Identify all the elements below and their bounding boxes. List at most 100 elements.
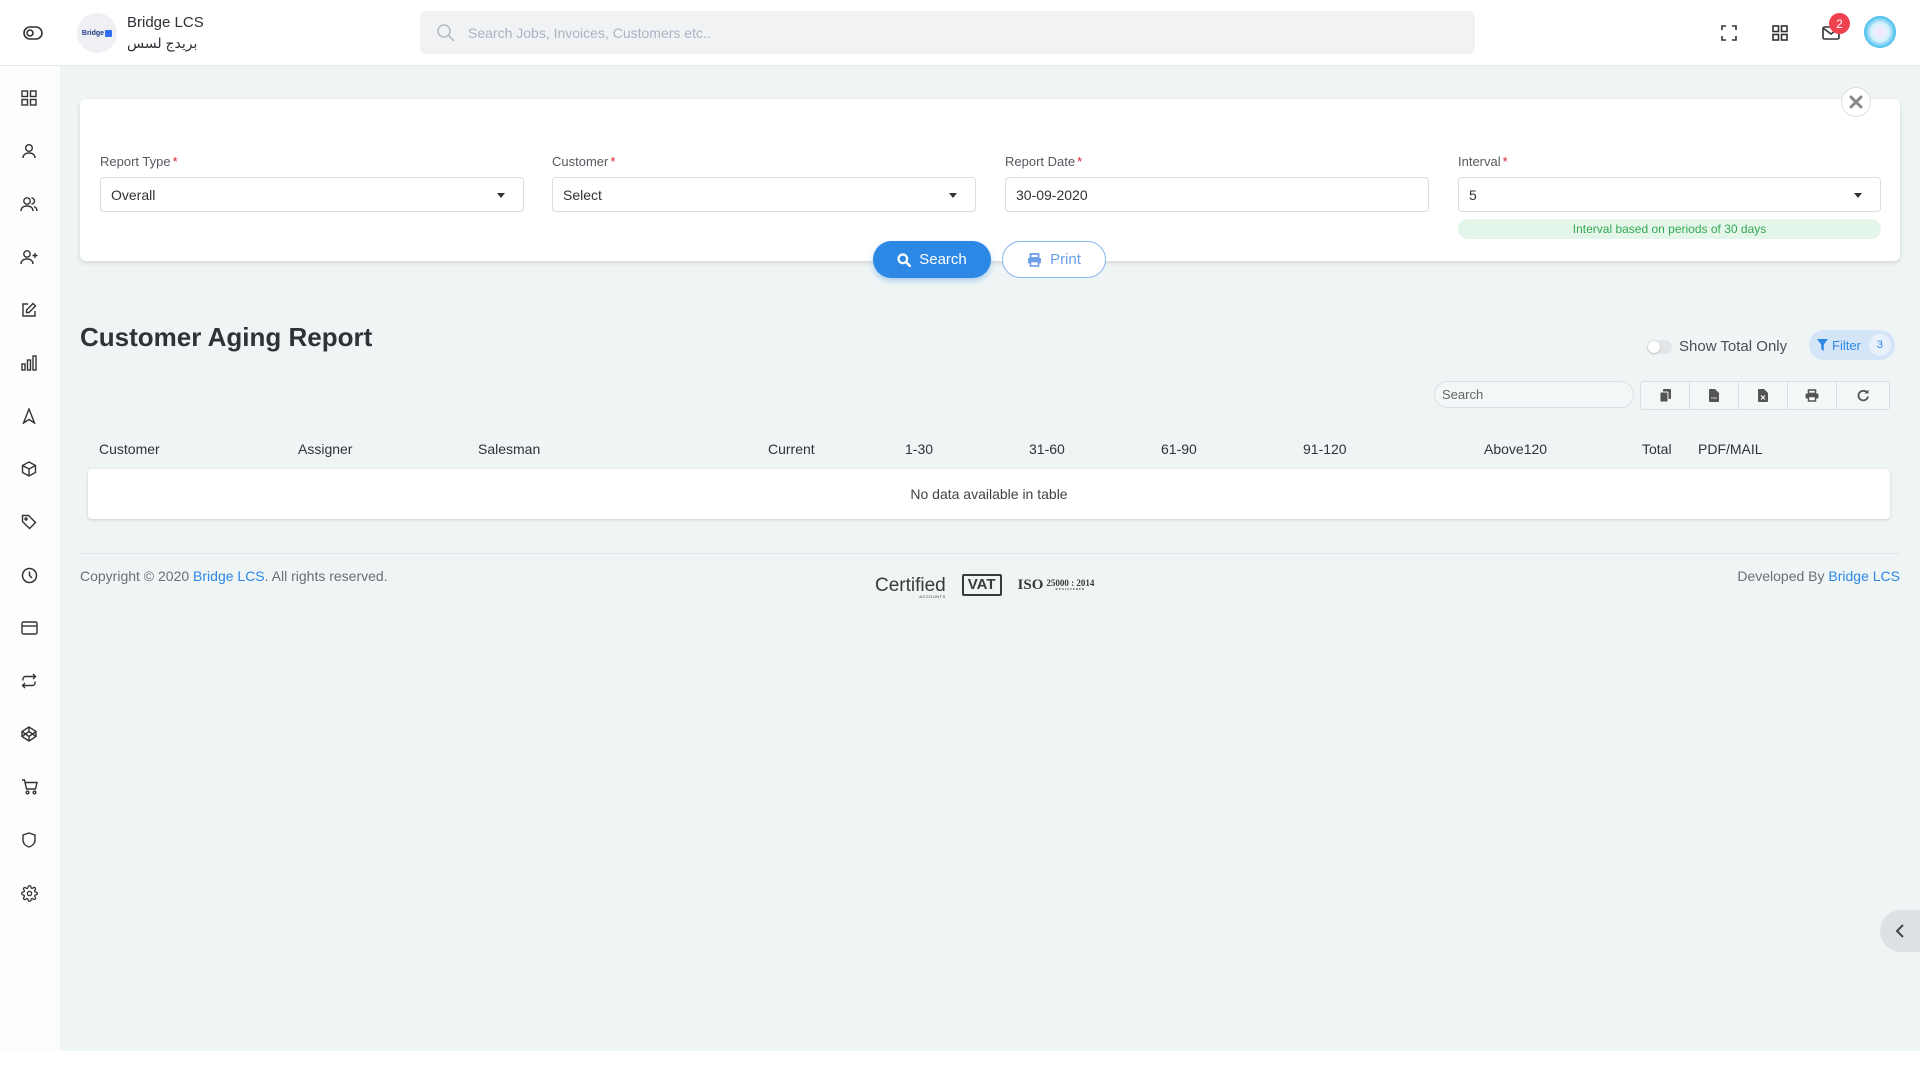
print-icon <box>1805 389 1819 402</box>
user-avatar[interactable] <box>1864 16 1896 48</box>
user-add-icon <box>20 250 38 265</box>
column-header-total[interactable]: Total <box>1642 441 1672 457</box>
navigation-icon <box>22 408 36 424</box>
sidebar-item-modules[interactable] <box>18 723 40 745</box>
sidebar-item-user[interactable] <box>18 140 40 162</box>
table-empty-row: No data available in table <box>88 469 1890 519</box>
sidebar-item-tags[interactable] <box>18 511 40 533</box>
column-header-pdf-mail[interactable]: PDF/MAIL <box>1698 441 1763 457</box>
refresh-icon <box>1857 389 1869 402</box>
report-date-input[interactable]: 30-09-2020 <box>1005 177 1429 212</box>
sidebar-item-dashboard[interactable] <box>18 87 40 109</box>
show-total-only-label: Show Total Only <box>1679 338 1788 355</box>
column-header-61-90[interactable]: 61-90 <box>1161 441 1197 457</box>
global-search <box>420 11 1475 54</box>
sidebar-item-cart[interactable] <box>18 776 40 798</box>
copy-icon <box>1659 389 1671 402</box>
filter-icon <box>1817 339 1828 351</box>
search-button-label: Search <box>919 251 967 268</box>
certified-accounts-logo: Certified ACCOUNTS <box>875 574 946 599</box>
cart-icon <box>21 779 38 795</box>
dashboard-grid-icon <box>21 90 37 106</box>
filter-label: Filter <box>1832 337 1861 353</box>
column-header-91-120[interactable]: 91-120 <box>1303 441 1347 457</box>
brand-name: Bridge LCS <box>127 14 204 31</box>
sidebar-toggle-icon[interactable] <box>22 24 44 42</box>
sidebar-item-settings[interactable] <box>18 882 40 904</box>
refresh-button[interactable] <box>1837 382 1889 409</box>
column-header-31-60[interactable]: 31-60 <box>1029 441 1065 457</box>
sidebar-item-security[interactable] <box>18 829 40 851</box>
filter-count-badge: 3 <box>1868 334 1891 356</box>
interval-label: Interval * <box>1458 154 1508 169</box>
sidebar-item-transfers[interactable] <box>18 670 40 692</box>
developed-by-text: Developed By Bridge LCS <box>1737 568 1900 584</box>
sidebar-item-history[interactable] <box>18 564 40 586</box>
close-filter-button[interactable] <box>1841 87 1871 117</box>
interval-value: 5 <box>1469 186 1477 203</box>
interval-hint: Interval based on periods of 30 days <box>1458 219 1881 239</box>
bar-chart-icon <box>21 355 37 371</box>
brand-name-arabic: بريدج لسس <box>127 35 198 51</box>
copy-button[interactable] <box>1641 382 1690 409</box>
footer-divider <box>80 553 1900 554</box>
apps-grid-icon[interactable] <box>1769 22 1791 44</box>
sidebar <box>0 66 60 1051</box>
sidebar-item-inventory[interactable] <box>18 458 40 480</box>
column-header-above120[interactable]: Above120 <box>1484 441 1547 457</box>
side-panel-toggle[interactable] <box>1880 910 1920 952</box>
column-header-customer[interactable]: Customer <box>99 441 160 457</box>
interval-select[interactable]: 5 <box>1458 177 1881 212</box>
fullscreen-icon[interactable] <box>1718 22 1740 44</box>
excel-icon <box>1758 389 1768 402</box>
customer-label: Customer * <box>552 154 616 169</box>
report-type-select[interactable]: Overall <box>100 177 524 212</box>
csv-icon: CSV <box>1709 389 1719 402</box>
svg-text:CSV: CSV <box>1711 396 1717 400</box>
print-icon <box>1028 252 1042 267</box>
print-button-label: Print <box>1050 251 1081 268</box>
box-icon <box>21 461 37 477</box>
main-content: Report Type * Overall Customer * Select Re… <box>60 66 1920 1051</box>
users-icon <box>20 197 38 212</box>
copyright-text: Copyright © 2020 Bridge LCS. All rights … <box>80 568 388 584</box>
sidebar-item-users[interactable] <box>18 193 40 215</box>
chevron-down-icon <box>1854 193 1862 198</box>
certification-logos: Certified ACCOUNTS VAT ISO 25000 : 2014 RE… <box>875 574 1094 599</box>
report-type-label: Report Type * <box>100 154 178 169</box>
brand-logo[interactable]: Bridge <box>77 13 117 53</box>
column-header-salesman[interactable]: Salesman <box>478 441 540 457</box>
customer-select[interactable]: Select <box>552 177 976 212</box>
vat-logo: VAT <box>961 574 1002 596</box>
notification-badge[interactable]: 2 <box>1829 13 1850 34</box>
global-search-input[interactable] <box>468 24 1368 41</box>
page-title: Customer Aging Report <box>80 322 373 352</box>
print-button[interactable]: Print <box>1002 241 1106 278</box>
copyright-link[interactable]: Bridge LCS <box>193 568 265 584</box>
column-header-assigner[interactable]: Assigner <box>298 441 352 457</box>
developed-by-link[interactable]: Bridge LCS <box>1828 568 1900 584</box>
search-button[interactable]: Search <box>873 241 991 278</box>
sidebar-item-navigation[interactable] <box>18 405 40 427</box>
filter-button[interactable]: Filter 3 <box>1809 330 1895 360</box>
search-icon <box>436 23 456 43</box>
chevron-left-icon <box>1895 924 1904 938</box>
credit-card-icon <box>20 621 38 635</box>
excel-button[interactable] <box>1739 382 1788 409</box>
sidebar-item-add-user[interactable] <box>18 246 40 268</box>
table-search-input[interactable] <box>1434 381 1634 408</box>
sidebar-item-reports[interactable] <box>18 352 40 374</box>
customer-value: Select <box>563 186 602 203</box>
sidebar-item-payments[interactable] <box>18 617 40 639</box>
chevron-down-icon <box>949 193 957 198</box>
csv-button[interactable]: CSV <box>1690 382 1739 409</box>
logo-text: Bridge <box>81 29 105 37</box>
edit-icon <box>22 302 37 317</box>
show-total-only-toggle[interactable] <box>1647 340 1672 354</box>
empty-message: No data available in table <box>910 486 1068 502</box>
sidebar-item-edit[interactable] <box>18 299 40 321</box>
chevron-down-icon <box>497 193 505 198</box>
column-header-current[interactable]: Current <box>768 441 815 457</box>
print-table-button[interactable] <box>1788 382 1837 409</box>
column-header-1-30[interactable]: 1-30 <box>905 441 933 457</box>
